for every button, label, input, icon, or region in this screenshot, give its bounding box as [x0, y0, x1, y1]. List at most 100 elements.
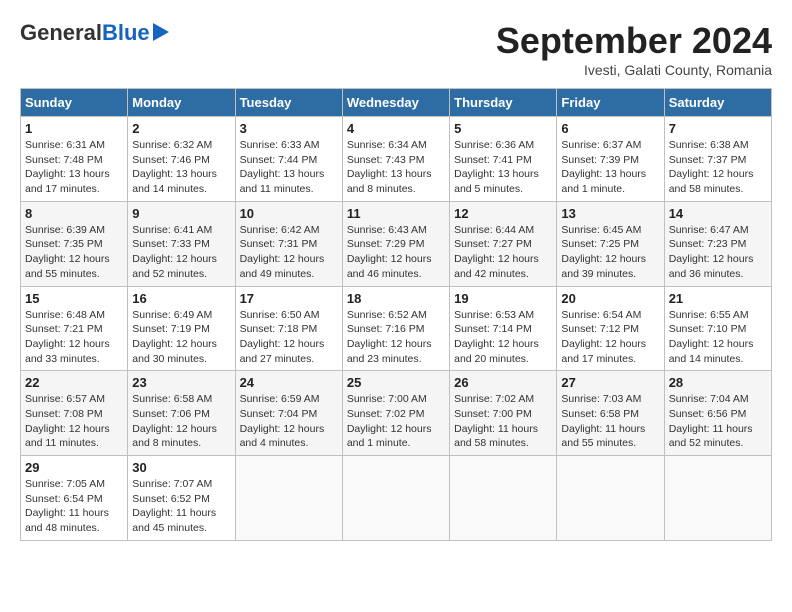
calendar-cell: 22Sunrise: 6:57 AMSunset: 7:08 PMDayligh…	[21, 371, 128, 456]
day-number: 19	[454, 291, 552, 306]
calendar-cell	[664, 456, 771, 541]
calendar-cell: 29Sunrise: 7:05 AMSunset: 6:54 PMDayligh…	[21, 456, 128, 541]
calendar-cell: 5 Sunrise: 6:36 AMSunset: 7:41 PMDaylight…	[450, 117, 557, 202]
calendar-cell	[450, 456, 557, 541]
day-info: Sunrise: 6:49 AMSunset: 7:19 PMDaylight:…	[132, 308, 230, 367]
day-number: 11	[347, 206, 445, 221]
calendar-cell: 23 Sunrise: 6:58 AMSunset: 7:06 PMDayligh…	[128, 371, 235, 456]
calendar-cell: 14 Sunrise: 6:47 AMSunset: 7:23 PMDayligh…	[664, 201, 771, 286]
calendar-cell: 10 Sunrise: 6:42 AMSunset: 7:31 PMDayligh…	[235, 201, 342, 286]
day-info: Sunrise: 6:45 AMSunset: 7:25 PMDaylight:…	[561, 223, 659, 282]
day-number: 30	[132, 460, 230, 475]
day-number: 23	[132, 375, 230, 390]
day-number: 4	[347, 121, 445, 136]
day-info: Sunrise: 7:03 AMSunset: 6:58 PMDaylight:…	[561, 392, 659, 451]
day-info: Sunrise: 6:39 AMSunset: 7:35 PMDaylight:…	[25, 223, 123, 282]
month-title: September 2024	[496, 20, 772, 62]
day-info: Sunrise: 7:02 AMSunset: 7:00 PMDaylight:…	[454, 392, 552, 451]
calendar-cell: 11Sunrise: 6:43 AMSunset: 7:29 PMDayligh…	[342, 201, 449, 286]
logo-arrow-icon	[153, 23, 169, 41]
day-info: Sunrise: 6:36 AMSunset: 7:41 PMDaylight:…	[454, 138, 552, 197]
day-header-thursday: Thursday	[450, 89, 557, 117]
day-info: Sunrise: 6:48 AMSunset: 7:21 PMDaylight:…	[25, 308, 123, 367]
day-info: Sunrise: 7:00 AMSunset: 7:02 PMDaylight:…	[347, 392, 445, 451]
calendar-cell: 8 Sunrise: 6:39 AMSunset: 7:35 PMDaylight…	[21, 201, 128, 286]
calendar-cell: 25 Sunrise: 7:00 AMSunset: 7:02 PMDayligh…	[342, 371, 449, 456]
day-info: Sunrise: 6:33 AMSunset: 7:44 PMDaylight:…	[240, 138, 338, 197]
calendar-cell: 4 Sunrise: 6:34 AMSunset: 7:43 PMDaylight…	[342, 117, 449, 202]
day-number: 15	[25, 291, 123, 306]
day-info: Sunrise: 6:59 AMSunset: 7:04 PMDaylight:…	[240, 392, 338, 451]
day-number: 7	[669, 121, 767, 136]
day-number: 13	[561, 206, 659, 221]
calendar-cell: 24 Sunrise: 6:59 AMSunset: 7:04 PMDayligh…	[235, 371, 342, 456]
calendar-cell: 15 Sunrise: 6:48 AMSunset: 7:21 PMDayligh…	[21, 286, 128, 371]
calendar-header-row: SundayMondayTuesdayWednesdayThursdayFrid…	[21, 89, 772, 117]
day-number: 1	[25, 121, 123, 136]
day-info: Sunrise: 6:52 AMSunset: 7:16 PMDaylight:…	[347, 308, 445, 367]
day-header-tuesday: Tuesday	[235, 89, 342, 117]
day-info: Sunrise: 6:47 AMSunset: 7:23 PMDaylight:…	[669, 223, 767, 282]
day-header-saturday: Saturday	[664, 89, 771, 117]
logo-blue: Blue	[102, 20, 150, 46]
calendar-cell	[235, 456, 342, 541]
day-number: 28	[669, 375, 767, 390]
day-number: 26	[454, 375, 552, 390]
title-block: September 2024 Ivesti, Galati County, Ro…	[496, 20, 772, 78]
calendar-cell: 28 Sunrise: 7:04 AMSunset: 6:56 PMDayligh…	[664, 371, 771, 456]
day-number: 9	[132, 206, 230, 221]
day-info: Sunrise: 6:41 AMSunset: 7:33 PMDaylight:…	[132, 223, 230, 282]
calendar-cell: 3 Sunrise: 6:33 AMSunset: 7:44 PMDaylight…	[235, 117, 342, 202]
day-number: 6	[561, 121, 659, 136]
calendar-cell: 27 Sunrise: 7:03 AMSunset: 6:58 PMDayligh…	[557, 371, 664, 456]
calendar-cell: 2Sunrise: 6:32 AMSunset: 7:46 PMDaylight…	[128, 117, 235, 202]
day-number: 14	[669, 206, 767, 221]
day-info: Sunrise: 6:50 AMSunset: 7:18 PMDaylight:…	[240, 308, 338, 367]
day-info: Sunrise: 6:31 AMSunset: 7:48 PMDaylight:…	[25, 138, 123, 197]
calendar-cell: 7Sunrise: 6:38 AMSunset: 7:37 PMDaylight…	[664, 117, 771, 202]
calendar-cell: 12Sunrise: 6:44 AMSunset: 7:27 PMDayligh…	[450, 201, 557, 286]
day-number: 10	[240, 206, 338, 221]
calendar-cell	[557, 456, 664, 541]
day-number: 21	[669, 291, 767, 306]
day-number: 8	[25, 206, 123, 221]
day-number: 12	[454, 206, 552, 221]
calendar-week-row: 15 Sunrise: 6:48 AMSunset: 7:21 PMDayligh…	[21, 286, 772, 371]
calendar-cell: 18 Sunrise: 6:52 AMSunset: 7:16 PMDayligh…	[342, 286, 449, 371]
day-info: Sunrise: 6:42 AMSunset: 7:31 PMDaylight:…	[240, 223, 338, 282]
calendar-cell: 21 Sunrise: 6:55 AMSunset: 7:10 PMDayligh…	[664, 286, 771, 371]
day-info: Sunrise: 7:05 AMSunset: 6:54 PMDaylight:…	[25, 477, 123, 536]
calendar-week-row: 22Sunrise: 6:57 AMSunset: 7:08 PMDayligh…	[21, 371, 772, 456]
day-number: 5	[454, 121, 552, 136]
calendar-cell	[342, 456, 449, 541]
calendar-week-row: 1 Sunrise: 6:31 AMSunset: 7:48 PMDaylight…	[21, 117, 772, 202]
day-info: Sunrise: 6:34 AMSunset: 7:43 PMDaylight:…	[347, 138, 445, 197]
day-number: 3	[240, 121, 338, 136]
calendar-cell: 26 Sunrise: 7:02 AMSunset: 7:00 PMDayligh…	[450, 371, 557, 456]
day-number: 16	[132, 291, 230, 306]
day-number: 25	[347, 375, 445, 390]
day-number: 24	[240, 375, 338, 390]
day-header-friday: Friday	[557, 89, 664, 117]
calendar-cell: 13 Sunrise: 6:45 AMSunset: 7:25 PMDayligh…	[557, 201, 664, 286]
calendar-cell: 17 Sunrise: 6:50 AMSunset: 7:18 PMDayligh…	[235, 286, 342, 371]
day-number: 18	[347, 291, 445, 306]
day-number: 27	[561, 375, 659, 390]
location: Ivesti, Galati County, Romania	[496, 62, 772, 78]
page-header: General Blue September 2024 Ivesti, Gala…	[20, 20, 772, 78]
calendar-week-row: 29Sunrise: 7:05 AMSunset: 6:54 PMDayligh…	[21, 456, 772, 541]
calendar-cell: 6Sunrise: 6:37 AMSunset: 7:39 PMDaylight…	[557, 117, 664, 202]
day-header-wednesday: Wednesday	[342, 89, 449, 117]
calendar-cell: 16 Sunrise: 6:49 AMSunset: 7:19 PMDayligh…	[128, 286, 235, 371]
day-info: Sunrise: 6:53 AMSunset: 7:14 PMDaylight:…	[454, 308, 552, 367]
day-info: Sunrise: 6:58 AMSunset: 7:06 PMDaylight:…	[132, 392, 230, 451]
day-info: Sunrise: 7:07 AMSunset: 6:52 PMDaylight:…	[132, 477, 230, 536]
day-info: Sunrise: 6:55 AMSunset: 7:10 PMDaylight:…	[669, 308, 767, 367]
calendar-table: SundayMondayTuesdayWednesdayThursdayFrid…	[20, 88, 772, 541]
day-header-monday: Monday	[128, 89, 235, 117]
day-number: 17	[240, 291, 338, 306]
day-header-sunday: Sunday	[21, 89, 128, 117]
day-info: Sunrise: 7:04 AMSunset: 6:56 PMDaylight:…	[669, 392, 767, 451]
day-number: 2	[132, 121, 230, 136]
day-number: 22	[25, 375, 123, 390]
